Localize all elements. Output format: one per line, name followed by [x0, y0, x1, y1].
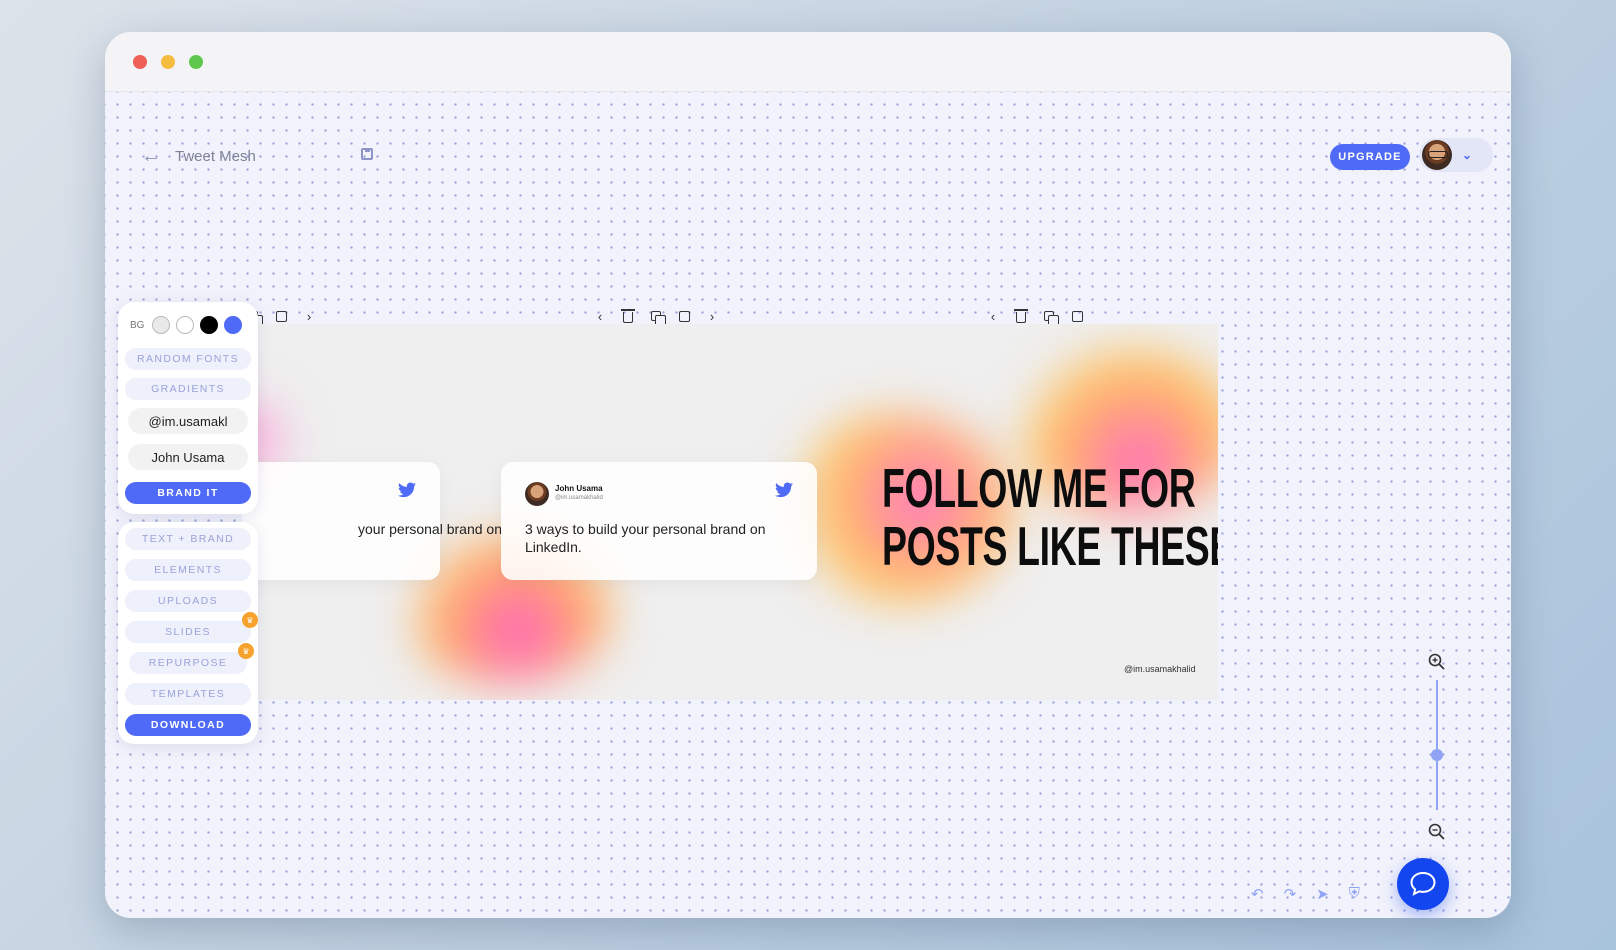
chevron-left-icon[interactable]: ‹ — [592, 308, 608, 324]
brand-panel: BG RANDOM FONTS GRADIENTS BRAND IT — [118, 302, 258, 514]
carousel-slides[interactable]: your personal brand on John Usama @im.us… — [242, 324, 1218, 700]
slide-2-toolbar: ‹ › — [592, 308, 720, 326]
slide-headline[interactable]: FOLLOW ME FOR POSTS LIKE THESE. — [882, 459, 1218, 575]
tweet-author-name: John Usama — [555, 484, 603, 493]
slide-3-toolbar: ‹ — [985, 308, 1085, 326]
bg-swatch-white[interactable] — [176, 316, 195, 334]
uploads-button[interactable]: UPLOADS — [125, 590, 251, 612]
save-icon[interactable] — [361, 148, 373, 160]
undo-icon[interactable]: ↶ — [1251, 885, 1264, 903]
chat-button[interactable] — [1397, 858, 1449, 910]
download-button[interactable]: DOWNLOAD — [125, 714, 251, 736]
headline-line-1: FOLLOW ME FOR — [882, 457, 1196, 519]
chat-bubble-icon — [1410, 871, 1436, 896]
handle-input[interactable] — [128, 408, 248, 434]
crown-icon: ♛ — [238, 643, 254, 659]
zoom-slider-track[interactable] — [1436, 680, 1438, 810]
upgrade-button[interactable]: UPGRADE — [1330, 144, 1410, 170]
elements-button[interactable]: ELEMENTS — [125, 559, 251, 581]
bg-label: BG — [130, 319, 145, 331]
avatar — [525, 482, 549, 506]
maximize-window-button[interactable] — [189, 55, 203, 69]
app-window: ← Tweet Mesh UPGRADE ⌄ › ‹ › ‹ your pers… — [105, 32, 1511, 918]
tweet-author-handle: @im.usamakhalid — [555, 495, 603, 501]
chevron-right-icon[interactable]: › — [301, 308, 317, 324]
text-brand-button[interactable]: TEXT + BRAND — [125, 528, 251, 550]
frame-icon[interactable] — [1069, 308, 1085, 324]
pointer-icon[interactable]: ➤ — [1316, 885, 1329, 903]
templates-button[interactable]: TEMPLATES — [125, 683, 251, 705]
zoom-in-icon[interactable] — [1427, 652, 1447, 672]
slides-button[interactable]: SLIDES — [125, 621, 251, 643]
tools-panel: TEXT + BRAND ELEMENTS UPLOADS SLIDES ♛ R… — [118, 522, 258, 744]
duplicate-icon[interactable] — [1041, 308, 1059, 326]
trash-icon[interactable] — [1013, 308, 1029, 324]
zoom-out-icon[interactable] — [1427, 822, 1447, 842]
minimize-window-button[interactable] — [161, 55, 175, 69]
avatar — [1422, 140, 1452, 170]
name-input[interactable] — [128, 444, 248, 470]
gradients-button[interactable]: GRADIENTS — [125, 378, 251, 400]
headline-line-2: POSTS LIKE THESE. — [882, 515, 1218, 577]
repurpose-button[interactable]: REPURPOSE — [129, 652, 247, 674]
random-fonts-button[interactable]: RANDOM FONTS — [125, 348, 251, 370]
trash-icon[interactable] — [620, 308, 636, 324]
twitter-bird-icon — [775, 482, 793, 498]
bg-swatch-gray[interactable] — [152, 316, 171, 334]
redo-icon[interactable]: ↷ — [1284, 885, 1297, 903]
document-title[interactable]: Tweet Mesh — [175, 148, 256, 165]
brand-it-button[interactable]: BRAND IT — [125, 482, 251, 504]
crown-icon: ♛ — [242, 612, 258, 628]
frame-icon[interactable] — [273, 308, 289, 324]
tweet-card[interactable]: your personal brand on — [242, 462, 502, 580]
bg-swatch-blue[interactable] — [224, 316, 243, 334]
frame-icon[interactable] — [676, 308, 692, 324]
duplicate-icon[interactable] — [648, 308, 666, 326]
chevron-right-icon[interactable]: › — [704, 308, 720, 324]
back-arrow-icon[interactable]: ← — [141, 146, 161, 166]
bottom-toolbar: ↶ ↷ ➤ ⛨ — [1251, 885, 1360, 903]
zoom-slider-handle[interactable] — [1431, 749, 1443, 761]
chevron-down-icon: ⌄ — [1462, 148, 1473, 162]
tweet-text: 3 ways to build your personal brand on L… — [525, 521, 766, 555]
shield-icon[interactable]: ⛨ — [1349, 885, 1360, 903]
editor-canvas[interactable]: ← Tweet Mesh UPGRADE ⌄ › ‹ › ‹ your pers… — [105, 92, 1511, 918]
chevron-left-icon[interactable]: ‹ — [985, 308, 1001, 324]
bg-color-picker: BG — [130, 316, 243, 334]
profile-menu[interactable]: ⌄ — [1419, 138, 1493, 172]
title-bar — [105, 32, 1511, 92]
close-window-button[interactable] — [133, 55, 147, 69]
twitter-bird-icon — [398, 482, 416, 498]
bg-swatch-black[interactable] — [200, 316, 219, 334]
slide-handle: @im.usamakhalid — [1124, 664, 1196, 674]
tweet-card[interactable]: John Usama @im.usamakhalid 3 ways to bui… — [501, 462, 817, 580]
